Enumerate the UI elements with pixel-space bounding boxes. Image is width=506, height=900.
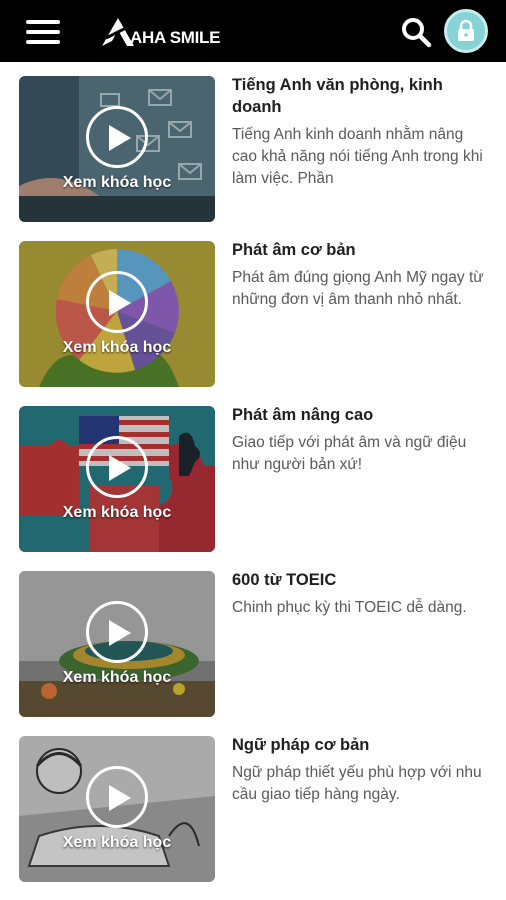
app-logo[interactable]: AHA SMILE [100, 14, 250, 48]
course-card[interactable]: Xem khóa học 600 từ TOEIC Chinh phục kỳ … [0, 557, 506, 717]
course-title: Phát âm cơ bản [232, 241, 356, 259]
play-icon [86, 271, 148, 333]
course-title: Tiếng Anh văn phòng, kinh doanh [232, 76, 443, 116]
course-card[interactable]: Xem khóa học Phát âm nâng cao Giao tiếp … [0, 392, 506, 552]
view-course-label: Xem khóa học [62, 834, 172, 851]
course-description: Giao tiếp với phát âm và ngữ điệu như ng… [232, 434, 467, 473]
course-description: Ngữ pháp thiết yếu phù hợp với nhu cầu g… [232, 764, 482, 803]
search-icon[interactable] [400, 16, 432, 48]
course-description: Phát âm đúng giọng Anh Mỹ ngay từ những … [232, 269, 484, 308]
course-thumbnail[interactable]: Xem khóa học [19, 76, 215, 222]
view-course-label: Xem khóa học [62, 669, 172, 686]
course-thumbnail[interactable]: Xem khóa học [19, 571, 215, 717]
course-title: Phát âm nâng cao [232, 406, 374, 424]
lock-icon[interactable] [444, 9, 488, 53]
course-thumbnail[interactable]: Xem khóa học [19, 736, 215, 882]
course-description: Chinh phục kỳ thi TOEIC dễ dàng. [232, 599, 467, 616]
view-course-label: Xem khóa học [62, 504, 172, 521]
course-thumbnail[interactable]: Xem khóa học [19, 406, 215, 552]
play-icon [86, 436, 148, 498]
hamburger-menu-icon[interactable] [26, 20, 60, 44]
view-course-label: Xem khóa học [62, 174, 172, 191]
course-description: Tiếng Anh kinh doanh nhằm nâng cao khả n… [232, 126, 483, 187]
course-card[interactable]: Xem khóa học Phát âm cơ bản Phát âm đúng… [0, 227, 506, 387]
course-card[interactable]: Xem khóa học Ngữ pháp cơ bản Ngữ pháp th… [0, 722, 506, 882]
play-icon [86, 766, 148, 828]
play-icon [86, 601, 148, 663]
course-title: Ngữ pháp cơ bản [232, 736, 370, 754]
course-card[interactable]: Xem khóa học Tiếng Anh văn phòng, kinh d… [0, 62, 506, 222]
course-title: 600 từ TOEIC [232, 571, 337, 589]
course-thumbnail[interactable]: Xem khóa học [19, 241, 215, 387]
top-app-bar: AHA SMILE [0, 0, 506, 62]
play-icon [86, 106, 148, 168]
view-course-label: Xem khóa học [62, 339, 172, 356]
brand-name: AHA SMILE [130, 28, 221, 47]
